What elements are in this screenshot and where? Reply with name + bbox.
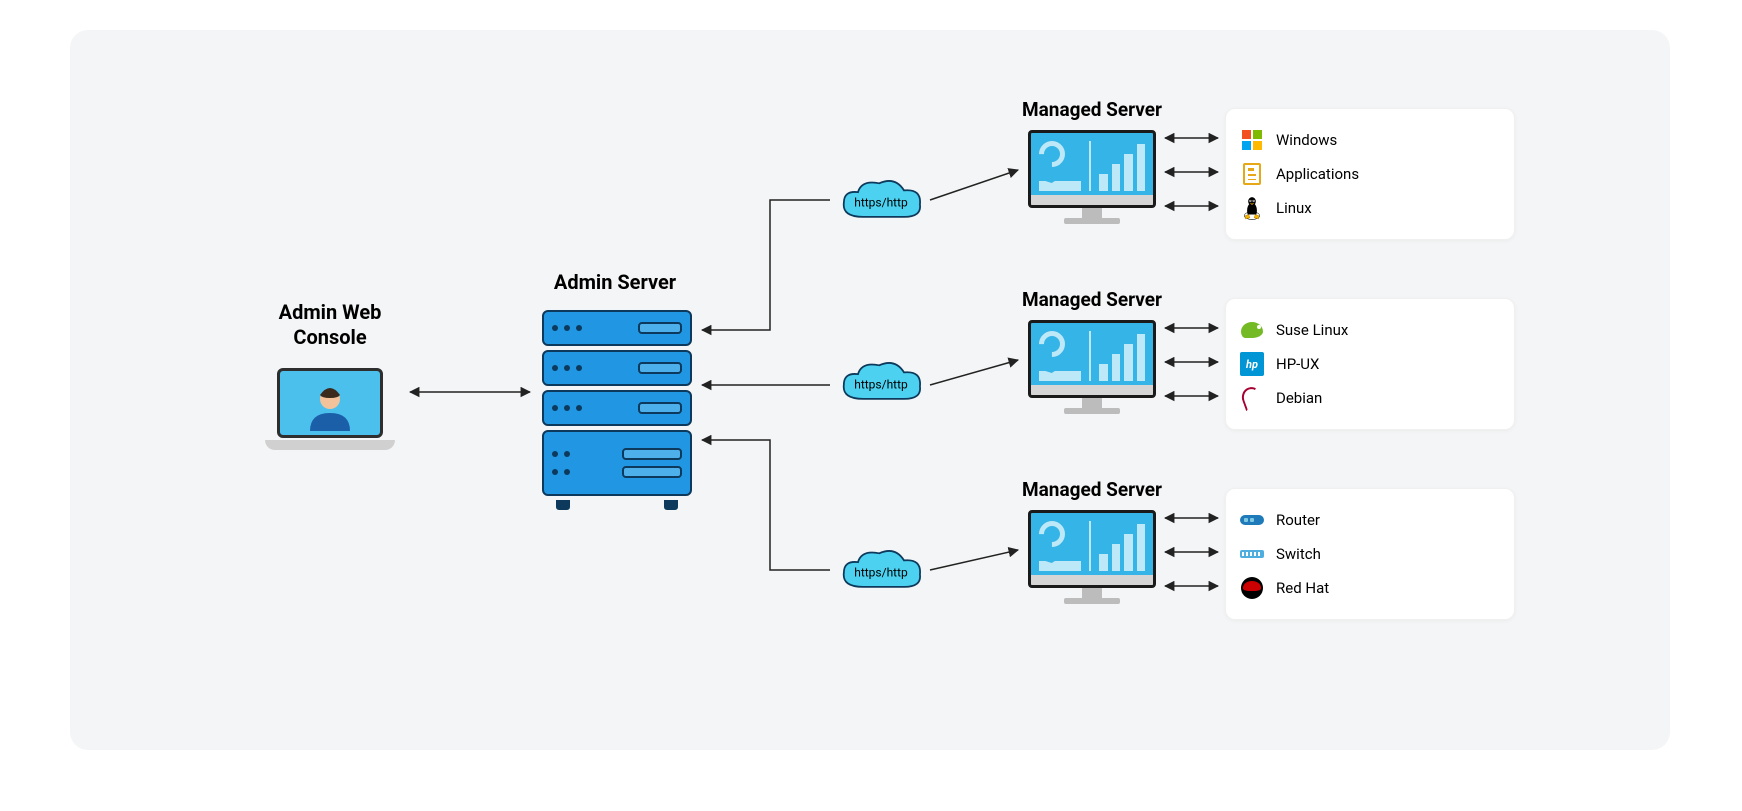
server-unit <box>542 390 692 426</box>
card-label: Red Hat <box>1276 579 1329 597</box>
laptop-base <box>265 440 395 450</box>
admin-server-stack <box>542 310 692 510</box>
managed-server-monitor-2 <box>1028 320 1156 420</box>
server-feet <box>542 500 692 510</box>
card-row: Suse Linux <box>1240 313 1500 347</box>
card-label: Router <box>1276 511 1320 529</box>
diagram-panel: Admin Web Console Admin Server <box>70 30 1670 750</box>
card-row: Linux <box>1240 191 1500 225</box>
applications-icon <box>1240 162 1264 186</box>
redhat-icon <box>1240 576 1264 600</box>
card-label: HP-UX <box>1276 355 1319 373</box>
card-label: Debian <box>1276 389 1322 407</box>
card-label: Windows <box>1276 131 1337 149</box>
card-label: Switch <box>1276 545 1321 563</box>
server-unit <box>542 310 692 346</box>
admin-server-title: Admin Server <box>530 270 700 294</box>
managed-server-monitor-1 <box>1028 130 1156 230</box>
card-row: Debian <box>1240 381 1500 415</box>
managed-server-title-2: Managed Server <box>1022 288 1222 311</box>
admin-console-title-l1: Admin Web <box>279 300 382 324</box>
hpux-icon: hp <box>1240 352 1264 376</box>
diagram-canvas: Admin Web Console Admin Server <box>0 0 1742 811</box>
server-unit-large <box>542 430 692 496</box>
systems-card-3: Router Switch Red Hat <box>1225 488 1515 620</box>
admin-console-title: Admin Web Console <box>240 300 420 350</box>
suse-icon <box>1240 318 1264 342</box>
systems-card-1: Windows Applications Linux <box>1225 108 1515 240</box>
router-icon <box>1240 508 1264 532</box>
server-unit <box>542 350 692 386</box>
cloud-protocol-1: https/http <box>836 178 926 224</box>
card-row: Red Hat <box>1240 571 1500 605</box>
card-row: Windows <box>1240 123 1500 157</box>
card-row: Router <box>1240 503 1500 537</box>
systems-card-2: Suse Linux hp HP-UX Debian <box>1225 298 1515 430</box>
linux-icon <box>1240 196 1264 220</box>
cloud-label: https/http <box>836 565 926 579</box>
card-label: Applications <box>1276 165 1359 183</box>
cloud-label: https/http <box>836 195 926 209</box>
card-label: Suse Linux <box>1276 321 1348 339</box>
admin-console-laptop <box>265 368 395 458</box>
managed-server-title-1: Managed Server <box>1022 98 1222 121</box>
managed-server-monitor-3 <box>1028 510 1156 610</box>
avatar-icon <box>305 381 355 431</box>
card-row: hp HP-UX <box>1240 347 1500 381</box>
debian-icon <box>1240 386 1264 410</box>
windows-icon <box>1240 128 1264 152</box>
admin-console-title-l2: Console <box>293 325 366 349</box>
card-label: Linux <box>1276 199 1312 217</box>
cloud-protocol-3: https/http <box>836 548 926 594</box>
card-row: Switch <box>1240 537 1500 571</box>
switch-icon <box>1240 542 1264 566</box>
laptop-screen <box>277 368 383 438</box>
cloud-protocol-2: https/http <box>836 360 926 406</box>
cloud-label: https/http <box>836 377 926 391</box>
managed-server-title-3: Managed Server <box>1022 478 1222 501</box>
card-row: Applications <box>1240 157 1500 191</box>
